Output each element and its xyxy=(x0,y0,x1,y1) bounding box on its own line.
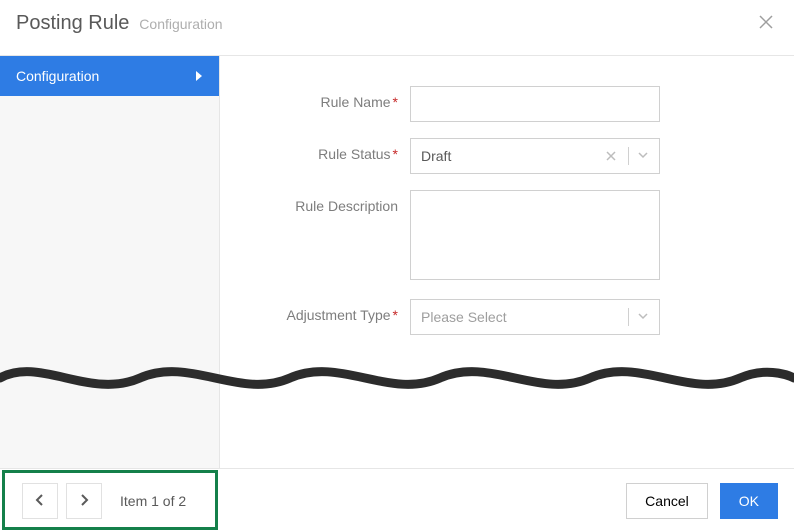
dialog-header: Posting Rule Configuration xyxy=(0,0,794,55)
dialog-footer: Item 1 of 2 Cancel OK xyxy=(0,468,794,532)
adjustment-type-value: Please Select xyxy=(421,309,622,325)
close-button[interactable] xyxy=(754,10,778,37)
posting-rule-dialog: Posting Rule Configuration Configuration… xyxy=(0,0,794,532)
ok-button[interactable]: OK xyxy=(720,483,778,519)
chevron-right-icon xyxy=(79,493,89,509)
required-icon: * xyxy=(393,94,398,110)
field-rule-description xyxy=(410,190,660,283)
chevron-down-icon[interactable] xyxy=(635,148,651,164)
sidebar-item-configuration[interactable]: Configuration xyxy=(0,56,219,96)
row-rule-description: Rule Description xyxy=(250,190,764,283)
pager: Item 1 of 2 xyxy=(22,483,186,519)
close-icon xyxy=(758,17,774,33)
label-rule-name: Rule Name* xyxy=(250,86,410,110)
chevron-down-icon[interactable] xyxy=(635,309,651,325)
form-panel: Rule Name* Rule Status* Draft xyxy=(220,56,794,515)
rule-name-input[interactable] xyxy=(410,86,660,122)
sidebar: Configuration xyxy=(0,56,220,515)
field-rule-name xyxy=(410,86,660,122)
dialog-title: Posting Rule xyxy=(16,12,129,34)
chevron-right-icon xyxy=(195,68,203,84)
row-rule-name: Rule Name* xyxy=(250,86,764,122)
footer-actions: Cancel OK xyxy=(626,483,778,519)
chevron-left-icon xyxy=(35,493,45,509)
pager-buttons xyxy=(22,483,102,519)
sidebar-item-label: Configuration xyxy=(16,68,99,84)
dialog-subtitle: Configuration xyxy=(139,16,222,32)
separator xyxy=(628,147,629,165)
adjustment-type-select[interactable]: Please Select xyxy=(410,299,660,335)
cancel-button[interactable]: Cancel xyxy=(626,483,708,519)
clear-icon[interactable] xyxy=(600,148,622,164)
rule-status-select[interactable]: Draft xyxy=(410,138,660,174)
label-rule-description: Rule Description xyxy=(250,190,410,214)
label-adjustment-type: Adjustment Type* xyxy=(250,299,410,323)
rule-description-input[interactable] xyxy=(410,190,660,280)
separator xyxy=(628,308,629,326)
row-rule-status: Rule Status* Draft xyxy=(250,138,764,174)
required-icon: * xyxy=(393,307,398,323)
dialog-body: Configuration Rule Name* Rule Status* xyxy=(0,55,794,515)
prev-button[interactable] xyxy=(22,483,58,519)
next-button[interactable] xyxy=(66,483,102,519)
row-adjustment-type: Adjustment Type* Please Select xyxy=(250,299,764,335)
label-rule-status: Rule Status* xyxy=(250,138,410,162)
pager-label: Item 1 of 2 xyxy=(120,493,186,509)
required-icon: * xyxy=(393,146,398,162)
dialog-title-group: Posting Rule Configuration xyxy=(16,12,223,35)
field-adjustment-type: Please Select xyxy=(410,299,660,335)
field-rule-status: Draft xyxy=(410,138,660,174)
rule-status-value: Draft xyxy=(421,148,600,164)
